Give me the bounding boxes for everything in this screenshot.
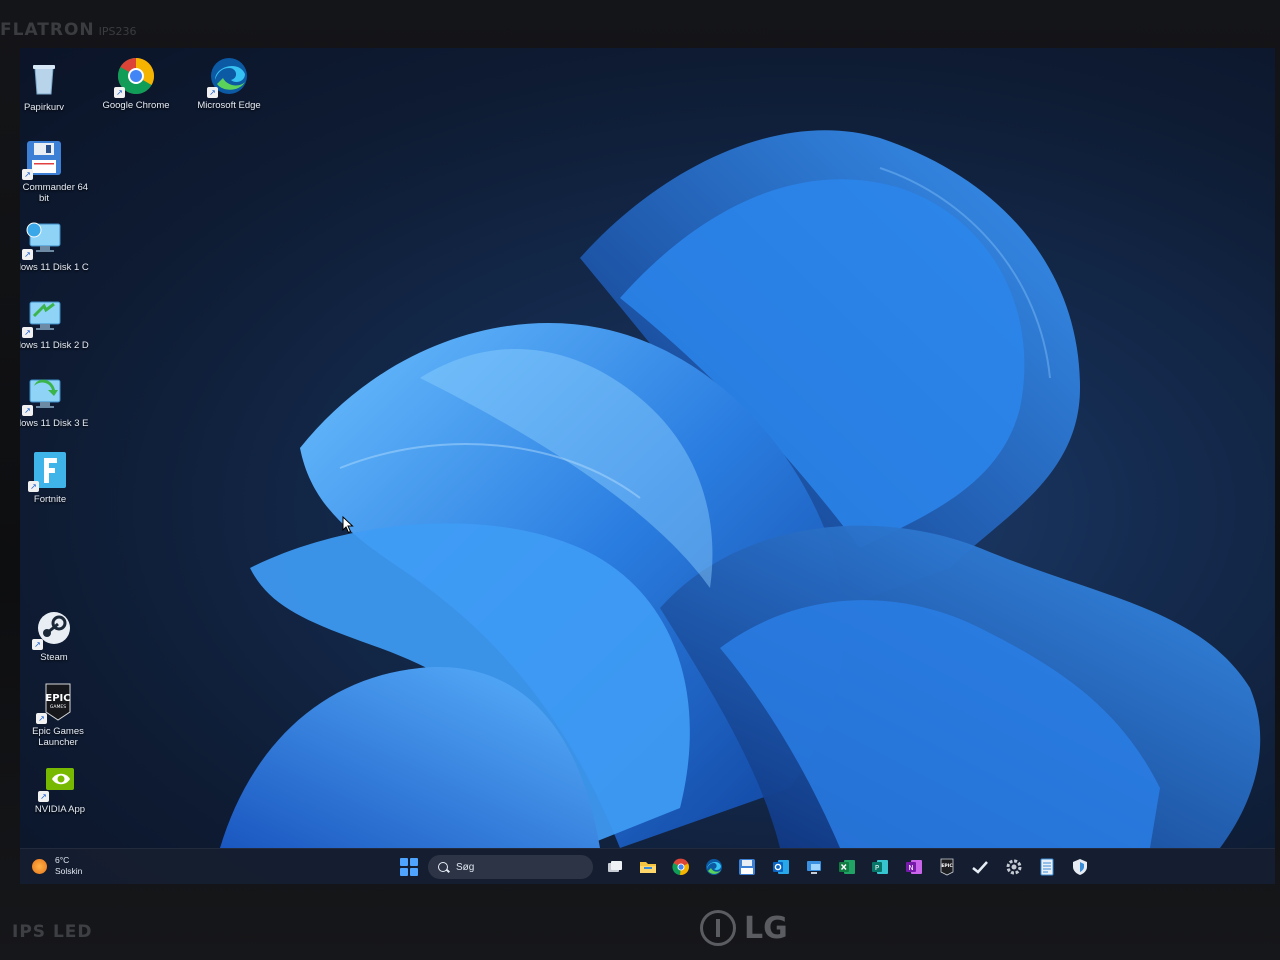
steam-taskbar-icon[interactable] (971, 858, 989, 876)
file-explorer-icon[interactable] (639, 858, 657, 876)
drive-d-icon: ↗ (22, 296, 64, 338)
shortcut-arrow-icon: ↗ (114, 87, 125, 98)
taskbar: 6°C Solskin Søg P N EPIC (20, 848, 1275, 884)
desktop-icon-google-chrome[interactable]: ↗ Google Chrome (90, 56, 182, 111)
publisher-icon[interactable]: P (871, 858, 889, 876)
microsoft-edge-icon: ↗ (207, 56, 249, 98)
google-chrome-icon: ↗ (114, 56, 156, 98)
desktop-icon-total-commander[interactable]: ↗ Total Commander 64 bit (20, 138, 90, 204)
desktop-icon-steam[interactable]: ↗ Steam (20, 608, 100, 663)
svg-text:N: N (908, 864, 913, 872)
windows-logo-icon (400, 858, 408, 866)
desktop-icon-recycle-bin[interactable]: Papirkurv (20, 58, 90, 113)
weather-condition: Solskin (55, 866, 83, 876)
shortcut-arrow-icon: ↗ (22, 327, 33, 338)
total-commander-taskbar-icon[interactable] (738, 858, 756, 876)
shortcut-arrow-icon: ↗ (32, 639, 43, 650)
search-placeholder: Søg (456, 861, 475, 873)
desktop-icon-microsoft-edge[interactable]: ↗ Microsoft Edge (183, 56, 275, 111)
lg-logo-icon (700, 910, 736, 946)
start-button[interactable] (400, 858, 418, 876)
shortcut-arrow-icon: ↗ (36, 713, 47, 724)
notepad-icon[interactable] (1038, 858, 1056, 876)
desktop-icon-drive-e[interactable]: ↗ Windows 11 Disk 3 E (20, 374, 90, 429)
chrome-taskbar-icon[interactable] (672, 858, 690, 876)
drive-c-icon: ↗ (22, 218, 64, 260)
defender-shield-icon[interactable] (1071, 858, 1089, 876)
epic-games-icon: EPIC GAMES ↗ (36, 682, 78, 724)
settings-gear-icon[interactable] (1005, 858, 1023, 876)
fortnite-icon: ↗ (28, 450, 70, 492)
drive-e-icon: ↗ (22, 374, 64, 416)
shortcut-arrow-icon: ↗ (38, 791, 49, 802)
task-view-icon[interactable] (606, 858, 624, 876)
desktop-icon-fortnite[interactable]: ↗ Fortnite (20, 450, 96, 505)
shortcut-arrow-icon: ↗ (28, 481, 39, 492)
svg-text:EPIC: EPIC (941, 863, 953, 869)
mouse-cursor-icon (342, 516, 354, 534)
sun-icon (32, 858, 47, 874)
lg-logo: LG (700, 906, 788, 950)
nvidia-icon: ↗ (38, 760, 80, 802)
epic-games-taskbar-icon[interactable]: EPIC (938, 858, 956, 876)
search-icon (438, 862, 448, 872)
desktop-icon-drive-c[interactable]: ↗ Windows 11 Disk 1 C (20, 218, 90, 273)
wallpaper-bloom (220, 130, 1261, 848)
shortcut-arrow-icon: ↗ (22, 405, 33, 416)
remote-desktop-icon[interactable] (805, 858, 823, 876)
shortcut-arrow-icon: ↗ (22, 169, 33, 180)
weather-widget[interactable]: 6°C Solskin (32, 855, 82, 877)
shortcut-arrow-icon: ↗ (22, 249, 33, 260)
weather-temperature: 6°C (55, 855, 70, 865)
svg-text:EPIC: EPIC (45, 693, 70, 704)
desktop-icon-epic-games[interactable]: EPIC GAMES ↗ Epic Games Launcher (20, 682, 104, 748)
svg-text:GAMES: GAMES (50, 704, 66, 710)
taskbar-search-box[interactable]: Søg (428, 855, 593, 879)
onenote-icon[interactable]: N (905, 858, 923, 876)
shortcut-arrow-icon: ↗ (207, 87, 218, 98)
steam-icon: ↗ (32, 608, 74, 650)
outlook-icon[interactable] (772, 858, 790, 876)
desktop-icon-nvidia[interactable]: ↗ NVIDIA App (20, 760, 106, 815)
panel-type-label: IPS LED (12, 922, 93, 942)
total-commander-icon: ↗ (22, 138, 64, 180)
svg-text:P: P (875, 864, 879, 872)
recycle-bin-icon (24, 58, 64, 98)
edge-taskbar-icon[interactable] (705, 858, 723, 876)
monitor-brand: FLATRON IPS236 (0, 20, 137, 40)
desktop-icon-drive-d[interactable]: ↗ Windows 11 Disk 2 D (20, 296, 90, 351)
desktop-screen: Papirkurv ↗ Google Chrome ↗ Microsoft Ed… (20, 48, 1275, 884)
excel-icon[interactable] (838, 858, 856, 876)
